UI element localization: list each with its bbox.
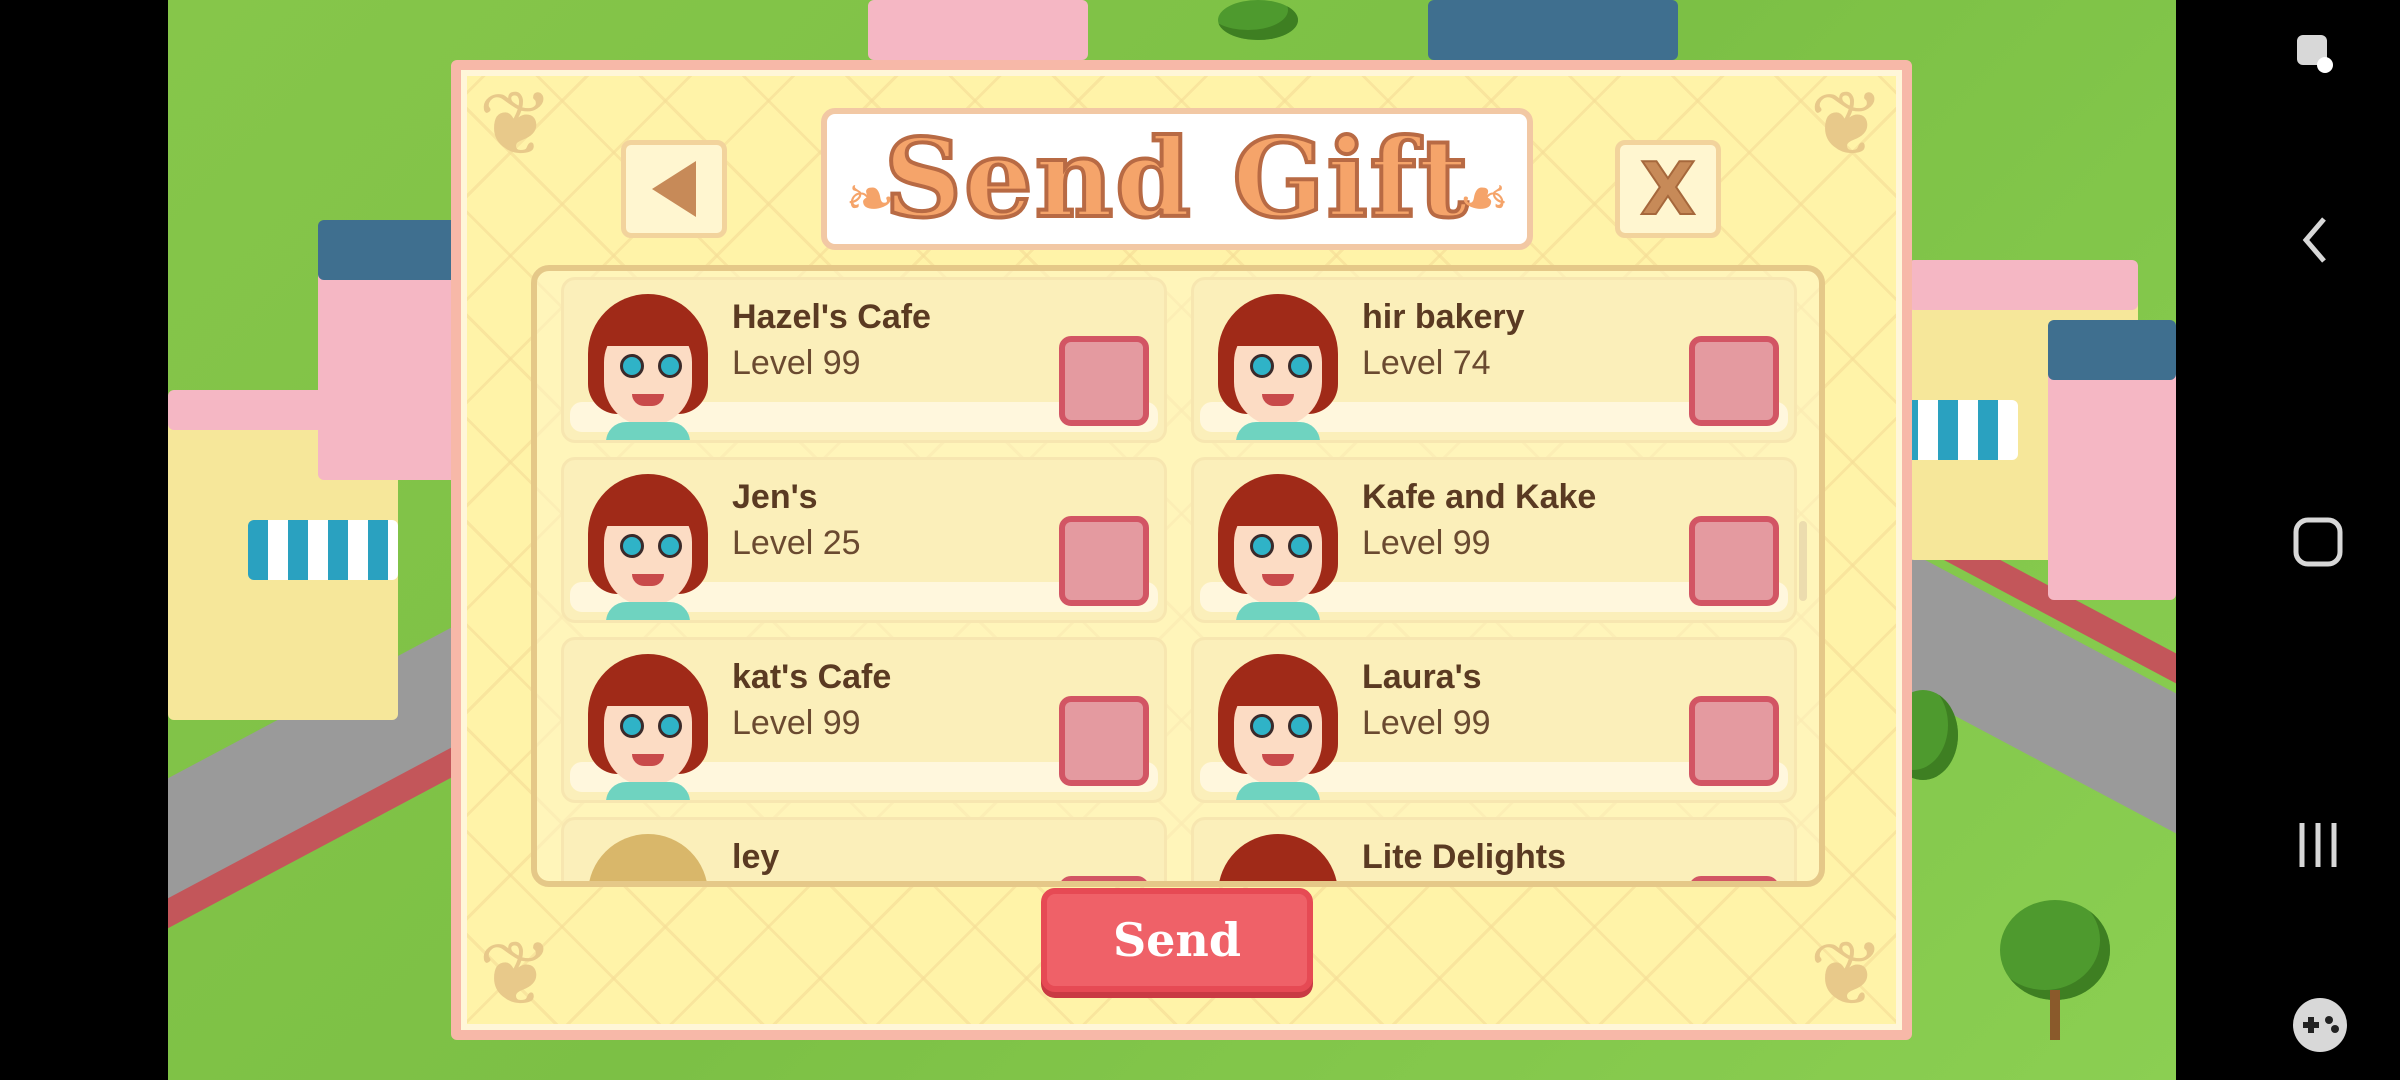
avatar	[582, 294, 714, 440]
avatar-eye	[1250, 354, 1274, 378]
building-roof	[1908, 260, 2138, 310]
corner-ornament: ❦	[478, 922, 554, 1027]
corner-ornament: ❦	[1809, 72, 1885, 177]
avatar-eye	[658, 714, 682, 738]
friend-name: Lite Delights	[1362, 838, 1567, 876]
close-button[interactable]: X	[1615, 140, 1721, 238]
friend-card[interactable]: Jen's Level 25	[561, 457, 1167, 623]
friend-level: Level 25	[732, 524, 861, 562]
awning	[248, 520, 398, 580]
tree	[2000, 900, 2110, 1000]
friend-checkbox[interactable]	[1059, 876, 1149, 881]
friend-name: hir bakery	[1362, 298, 1525, 336]
avatar-bangs	[1230, 304, 1326, 346]
corner-ornament: ❦	[1809, 922, 1885, 1027]
corner-ornament: ❦	[478, 72, 554, 177]
avatar	[1212, 654, 1344, 800]
friend-name: Laura's	[1362, 658, 1482, 696]
friend-checkbox[interactable]	[1059, 696, 1149, 786]
friend-name: kat's Cafe	[732, 658, 892, 696]
avatar-eye	[1250, 534, 1274, 558]
avatar	[582, 474, 714, 620]
friend-name: Kafe and Kake	[1362, 478, 1597, 516]
avatar-bangs	[600, 664, 696, 706]
friend-checkbox[interactable]	[1689, 336, 1779, 426]
awning	[1898, 400, 2018, 460]
avatar-collar	[1236, 422, 1320, 440]
avatar-eye	[1288, 714, 1312, 738]
avatar	[1212, 474, 1344, 620]
building	[318, 260, 458, 480]
friend-checkbox[interactable]	[1689, 696, 1779, 786]
friend-card[interactable]: Hazel's Cafe Level 99	[561, 277, 1167, 443]
friend-card[interactable]: Lite Delights	[1191, 817, 1797, 881]
avatar-eye	[1250, 714, 1274, 738]
recents-icon[interactable]	[2290, 815, 2346, 875]
friend-card[interactable]: ley	[561, 817, 1167, 881]
avatar-collar	[606, 602, 690, 620]
building-roof	[2048, 320, 2176, 380]
avatar-bangs	[600, 844, 696, 881]
avatar-bangs	[1230, 484, 1326, 526]
friend-level: Level 99	[1362, 704, 1491, 742]
game-tools-icon[interactable]	[2290, 28, 2340, 78]
friend-checkbox[interactable]	[1059, 336, 1149, 426]
avatar-collar	[606, 782, 690, 800]
avatar-eye	[1288, 354, 1312, 378]
friend-checkbox[interactable]	[1689, 876, 1779, 881]
building-roof	[1428, 0, 1678, 60]
avatar-eye	[658, 354, 682, 378]
avatar-eye	[658, 534, 682, 558]
friend-level: Level 74	[1362, 344, 1491, 382]
avatar-bangs	[600, 484, 696, 526]
avatar-eye	[620, 714, 644, 738]
tree	[1218, 0, 1298, 40]
send-button-label: Send	[1112, 913, 1242, 967]
friend-name: ley	[732, 838, 780, 876]
friend-list[interactable]: Hazel's Cafe Level 99 hir bakery Level 74 Je…	[531, 265, 1825, 887]
avatar-bangs	[1230, 844, 1326, 881]
avatar	[582, 834, 714, 881]
title-plate: ❧ Send Gift ❧	[821, 108, 1533, 250]
avatar-bangs	[1230, 664, 1326, 706]
avatar-eye	[620, 354, 644, 378]
friend-name: Jen's	[732, 478, 818, 516]
friend-card[interactable]: kat's Cafe Level 99	[561, 637, 1167, 803]
avatar-collar	[606, 422, 690, 440]
close-icon: X	[1639, 146, 1696, 232]
friend-level: Level 99	[732, 344, 861, 382]
system-nav-bar	[2176, 0, 2400, 1080]
dialog-title: Send Gift	[882, 114, 1470, 244]
home-icon[interactable]	[2290, 512, 2346, 572]
friend-checkbox[interactable]	[1059, 516, 1149, 606]
gamepad-icon[interactable]	[2290, 995, 2350, 1055]
friend-card[interactable]: hir bakery Level 74	[1191, 277, 1797, 443]
avatar	[582, 654, 714, 800]
building-roof	[318, 220, 458, 280]
avatar-collar	[1236, 602, 1320, 620]
back-button[interactable]	[621, 140, 727, 238]
avatar-eye	[1288, 534, 1312, 558]
flourish-icon: ❧	[845, 165, 896, 232]
tree-trunk	[2050, 990, 2060, 1040]
scrollbar[interactable]	[1799, 521, 1807, 601]
friend-level: Level 99	[1362, 524, 1491, 562]
building	[868, 0, 1088, 60]
friend-level: Level 99	[732, 704, 861, 742]
friend-card[interactable]: Kafe and Kake Level 99	[1191, 457, 1797, 623]
avatar-bangs	[600, 304, 696, 346]
friend-name: Hazel's Cafe	[732, 298, 931, 336]
avatar	[1212, 834, 1344, 881]
back-icon[interactable]	[2290, 210, 2340, 270]
avatar-eye	[620, 534, 644, 558]
send-button[interactable]: Send	[1041, 888, 1313, 992]
friend-card[interactable]: Laura's Level 99	[1191, 637, 1797, 803]
avatar	[1212, 294, 1344, 440]
avatar-collar	[1236, 782, 1320, 800]
building	[2048, 360, 2176, 600]
flourish-icon: ❧	[1458, 165, 1509, 232]
back-arrow-icon	[652, 161, 696, 217]
send-gift-dialog: ❦ ❦ ❦ ❦ ❧ Send Gift ❧ X Hazel's Cafe Leve…	[451, 60, 1912, 1040]
friend-checkbox[interactable]	[1689, 516, 1779, 606]
